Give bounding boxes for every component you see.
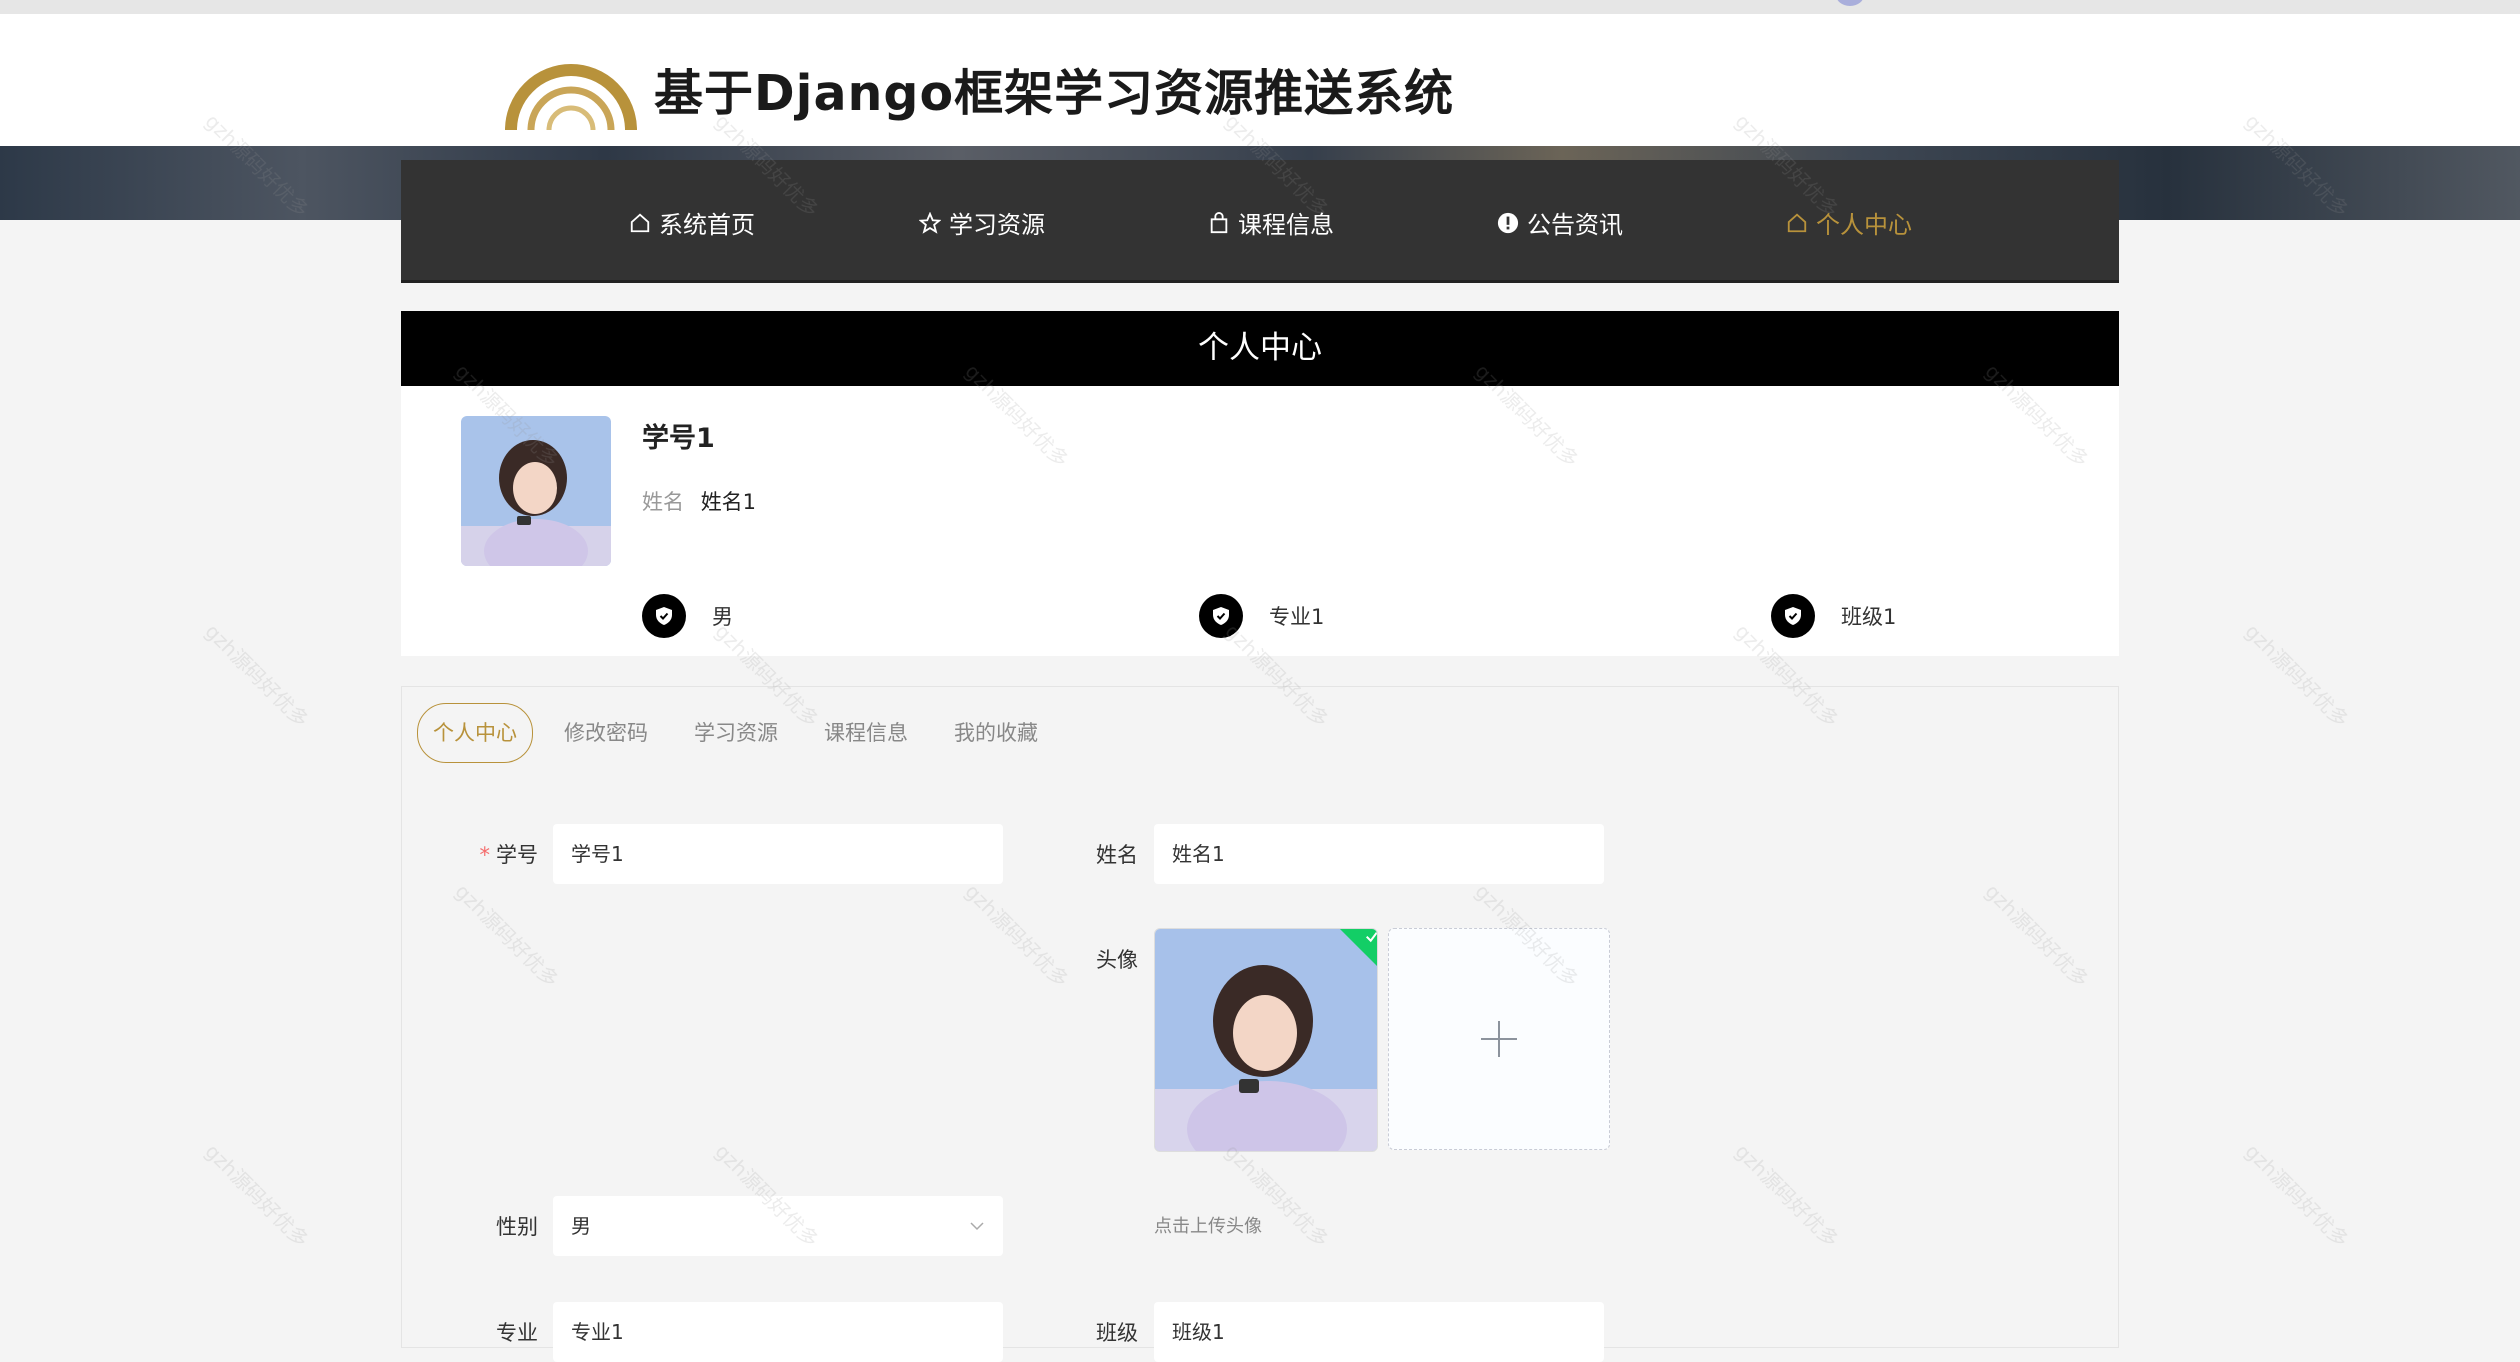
profile-class: 班级1	[1771, 594, 1896, 638]
avatar-uploaded-image[interactable]	[1154, 928, 1378, 1152]
profile-card: 学号1 姓名 姓名1 男 专业1 班级1	[401, 386, 2119, 656]
profile-class-value: 班级1	[1841, 605, 1897, 629]
shield-icon	[1771, 594, 1815, 638]
watermark: gzh源码好优多	[200, 619, 314, 733]
nav-resources-label: 学习资源	[949, 211, 1045, 239]
profile-major-value: 专业1	[1269, 605, 1325, 629]
profile-name-label: 姓名	[642, 490, 684, 514]
major-label: 专业	[496, 1321, 538, 1345]
site-title: 基于Django框架学习资源推送系统	[654, 65, 1455, 122]
watermark: gzh源码好优多	[2240, 1139, 2354, 1253]
required-mark: *	[479, 843, 491, 867]
profile-major: 专业1	[1199, 594, 1324, 638]
nav-courses-label: 课程信息	[1238, 211, 1334, 239]
profile-tabs: 个人中心 修改密码 学习资源 课程信息 我的收藏	[417, 703, 1069, 763]
tab-change-password[interactable]: 修改密码	[549, 704, 663, 762]
tab-learning-resources[interactable]: 学习资源	[679, 704, 793, 762]
class-label: 班级	[1096, 1321, 1138, 1345]
avatar-upload-hint: 点击上传头像	[1154, 1216, 1262, 1237]
avatar	[461, 416, 611, 566]
avatar-upload-button[interactable]	[1388, 928, 1610, 1150]
class-input[interactable]: 班级1	[1154, 1302, 1604, 1362]
nav-personal-center-label: 个人中心	[1816, 211, 1912, 239]
check-icon	[1366, 932, 1377, 943]
logo-icon	[505, 64, 637, 131]
profile-username: 学号1	[642, 423, 715, 454]
home-icon	[630, 213, 650, 232]
gender-select-value: 男	[571, 1214, 591, 1238]
tab-my-favorites[interactable]: 我的收藏	[939, 704, 1053, 762]
star-icon	[919, 211, 941, 234]
name-input[interactable]: 姓名1	[1154, 824, 1604, 884]
nav-announcements[interactable]: 公告资讯	[1497, 205, 1623, 240]
plus-icon	[1481, 1021, 1517, 1057]
profile-gender: 男	[642, 594, 733, 638]
home-icon	[1787, 213, 1807, 232]
info-icon	[1497, 212, 1519, 233]
gender-label: 性别	[496, 1215, 538, 1239]
gender-select[interactable]: 男	[553, 1196, 1003, 1256]
nav-announcements-label: 公告资讯	[1527, 211, 1623, 239]
avatar-label: 头像	[1096, 948, 1138, 972]
major-input[interactable]: 专业1	[553, 1302, 1003, 1362]
chevron-down-icon	[970, 1222, 984, 1231]
profile-gender-value: 男	[712, 605, 733, 629]
main-nav: 系统首页 学习资源 课程信息 公告资讯 个人中心	[401, 160, 2119, 283]
nav-resources[interactable]: 学习资源	[919, 205, 1045, 240]
profile-form-card: 个人中心 修改密码 学习资源 课程信息 我的收藏 * 学号 学号1 姓名 姓名1 …	[401, 686, 2119, 1362]
nav-home[interactable]: 系统首页	[629, 205, 755, 240]
watermark: gzh源码好优多	[200, 1139, 314, 1253]
tab-course-info[interactable]: 课程信息	[809, 704, 923, 762]
profile-name-value: 姓名1	[700, 490, 757, 514]
browser-top-strip	[0, 0, 2520, 14]
profile-name: 姓名 姓名1	[642, 486, 756, 516]
shield-icon	[642, 594, 686, 638]
shield-icon	[1199, 594, 1243, 638]
name-label: 姓名	[1096, 843, 1138, 867]
student-id-input[interactable]: 学号1	[553, 824, 1003, 884]
tab-personal-center[interactable]: 个人中心	[417, 703, 533, 763]
bag-icon	[1210, 211, 1228, 233]
nav-courses[interactable]: 课程信息	[1208, 205, 1334, 240]
site-header: 基于Django框架学习资源推送系统	[0, 14, 2520, 146]
corner-dot	[1836, 0, 1864, 6]
watermark: gzh源码好优多	[2240, 619, 2354, 733]
student-id-label: * 学号	[479, 843, 539, 867]
nav-home-label: 系统首页	[659, 211, 755, 239]
page-title: 个人中心	[401, 311, 2119, 386]
nav-personal-center[interactable]: 个人中心	[1786, 205, 1912, 240]
